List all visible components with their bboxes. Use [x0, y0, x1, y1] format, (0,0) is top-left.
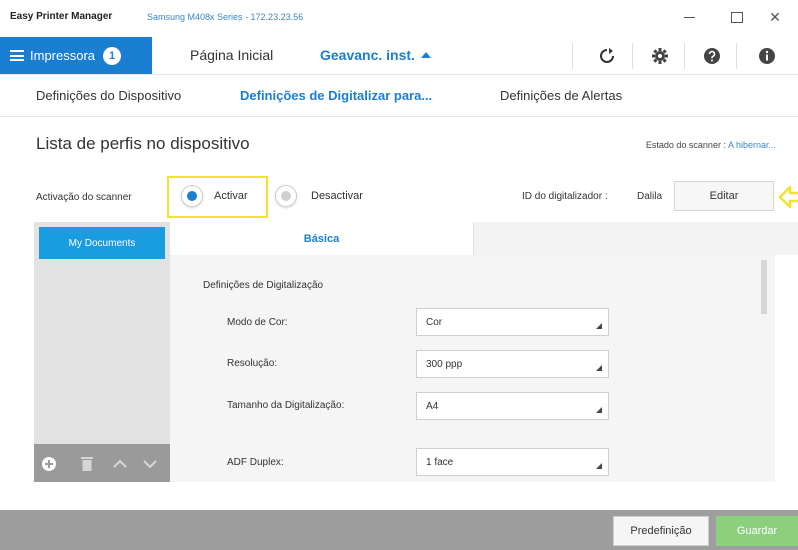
deactivate-label[interactable]: Desactivar: [311, 190, 363, 202]
nav-divider: [684, 43, 685, 69]
activation-label: Activação do scanner: [36, 192, 132, 203]
maximize-icon[interactable]: [720, 4, 754, 30]
caret-up-icon: [420, 52, 431, 58]
scan-settings-heading: Definições de Digitalização: [203, 280, 324, 291]
activate-radio[interactable]: [181, 185, 203, 207]
printer-menu-button[interactable]: Impressora 1: [0, 37, 152, 74]
printer-label: Impressora: [30, 48, 96, 63]
scanner-state: Estado do scanner : A hibernar...: [646, 140, 776, 150]
help-icon[interactable]: [697, 43, 727, 69]
default-button[interactable]: Predefinição: [613, 516, 709, 546]
move-down-icon[interactable]: [139, 453, 161, 475]
nav-advanced-settings[interactable]: Geavanc. inst.: [320, 47, 431, 63]
nav-divider: [632, 43, 633, 69]
minimize-icon[interactable]: [672, 4, 706, 30]
deactivate-radio[interactable]: [275, 185, 297, 207]
menu-icon: [10, 50, 24, 61]
close-icon[interactable]: ✕: [758, 4, 792, 30]
tab-basic[interactable]: Básica: [170, 222, 474, 255]
move-up-icon[interactable]: [109, 453, 131, 475]
printer-count-badge: 1: [103, 46, 122, 65]
scrollbar-thumb[interactable]: [761, 260, 767, 314]
tab-alert-settings[interactable]: Definições de Alertas: [500, 88, 622, 103]
adf-duplex-select[interactable]: 1 face: [416, 448, 609, 476]
resolution-select[interactable]: 300 ppp: [416, 350, 609, 378]
scanner-state-link[interactable]: A hibernar...: [728, 140, 776, 150]
main-nav: Impressora 1 Página Inicial Geavanc. ins…: [0, 37, 798, 75]
nav-advanced-label: Geavanc. inst.: [320, 47, 415, 63]
app-title: Easy Printer Manager: [10, 11, 113, 22]
profile-list: My Documents: [34, 222, 170, 482]
nav-divider: [572, 43, 573, 69]
settings-tabbar: Básica: [170, 222, 798, 255]
nav-divider: [736, 43, 737, 69]
scan-size-select[interactable]: A4: [416, 392, 609, 420]
delete-icon[interactable]: [76, 453, 98, 475]
radio-dot: [187, 191, 197, 201]
edit-button[interactable]: Editar: [674, 181, 774, 211]
color-mode-label: Modo de Cor:: [227, 317, 288, 328]
scan-size-label: Tamanho da Digitalização:: [227, 400, 345, 411]
scanner-id-value: Dalila: [637, 191, 663, 202]
tab-scan-to-settings[interactable]: Definições de Digitalizar para...: [240, 88, 432, 103]
radio-dot: [281, 191, 291, 201]
title-bar: Easy Printer Manager Samsung M408x Serie…: [0, 0, 798, 34]
settings-subtabs: Definições do Dispositivo Definições de …: [0, 77, 798, 117]
activate-label[interactable]: Activar: [214, 190, 248, 202]
device-name: Samsung M408x Series - 172.23.23.56: [147, 12, 304, 22]
profile-item[interactable]: My Documents: [39, 227, 165, 259]
scanner-id-label: ID do digitalizador :: [522, 191, 608, 202]
nav-home[interactable]: Página Inicial: [190, 47, 273, 63]
tab-device-settings[interactable]: Definições do Dispositivo: [36, 88, 181, 103]
save-button[interactable]: Guardar: [716, 516, 798, 546]
adf-duplex-label: ADF Duplex:: [227, 457, 284, 468]
resolution-label: Resolução:: [227, 358, 278, 369]
info-icon[interactable]: [752, 43, 782, 69]
arrow-left-icon: [778, 185, 798, 209]
page-title: Lista de perfis no dispositivo: [36, 134, 250, 153]
scanner-state-label: Estado do scanner :: [645, 140, 728, 150]
color-mode-select[interactable]: Cor: [416, 308, 609, 336]
refresh-icon[interactable]: [592, 43, 622, 69]
add-icon[interactable]: [38, 453, 60, 475]
gear-icon[interactable]: [645, 43, 675, 69]
profile-toolbar: [34, 444, 170, 482]
